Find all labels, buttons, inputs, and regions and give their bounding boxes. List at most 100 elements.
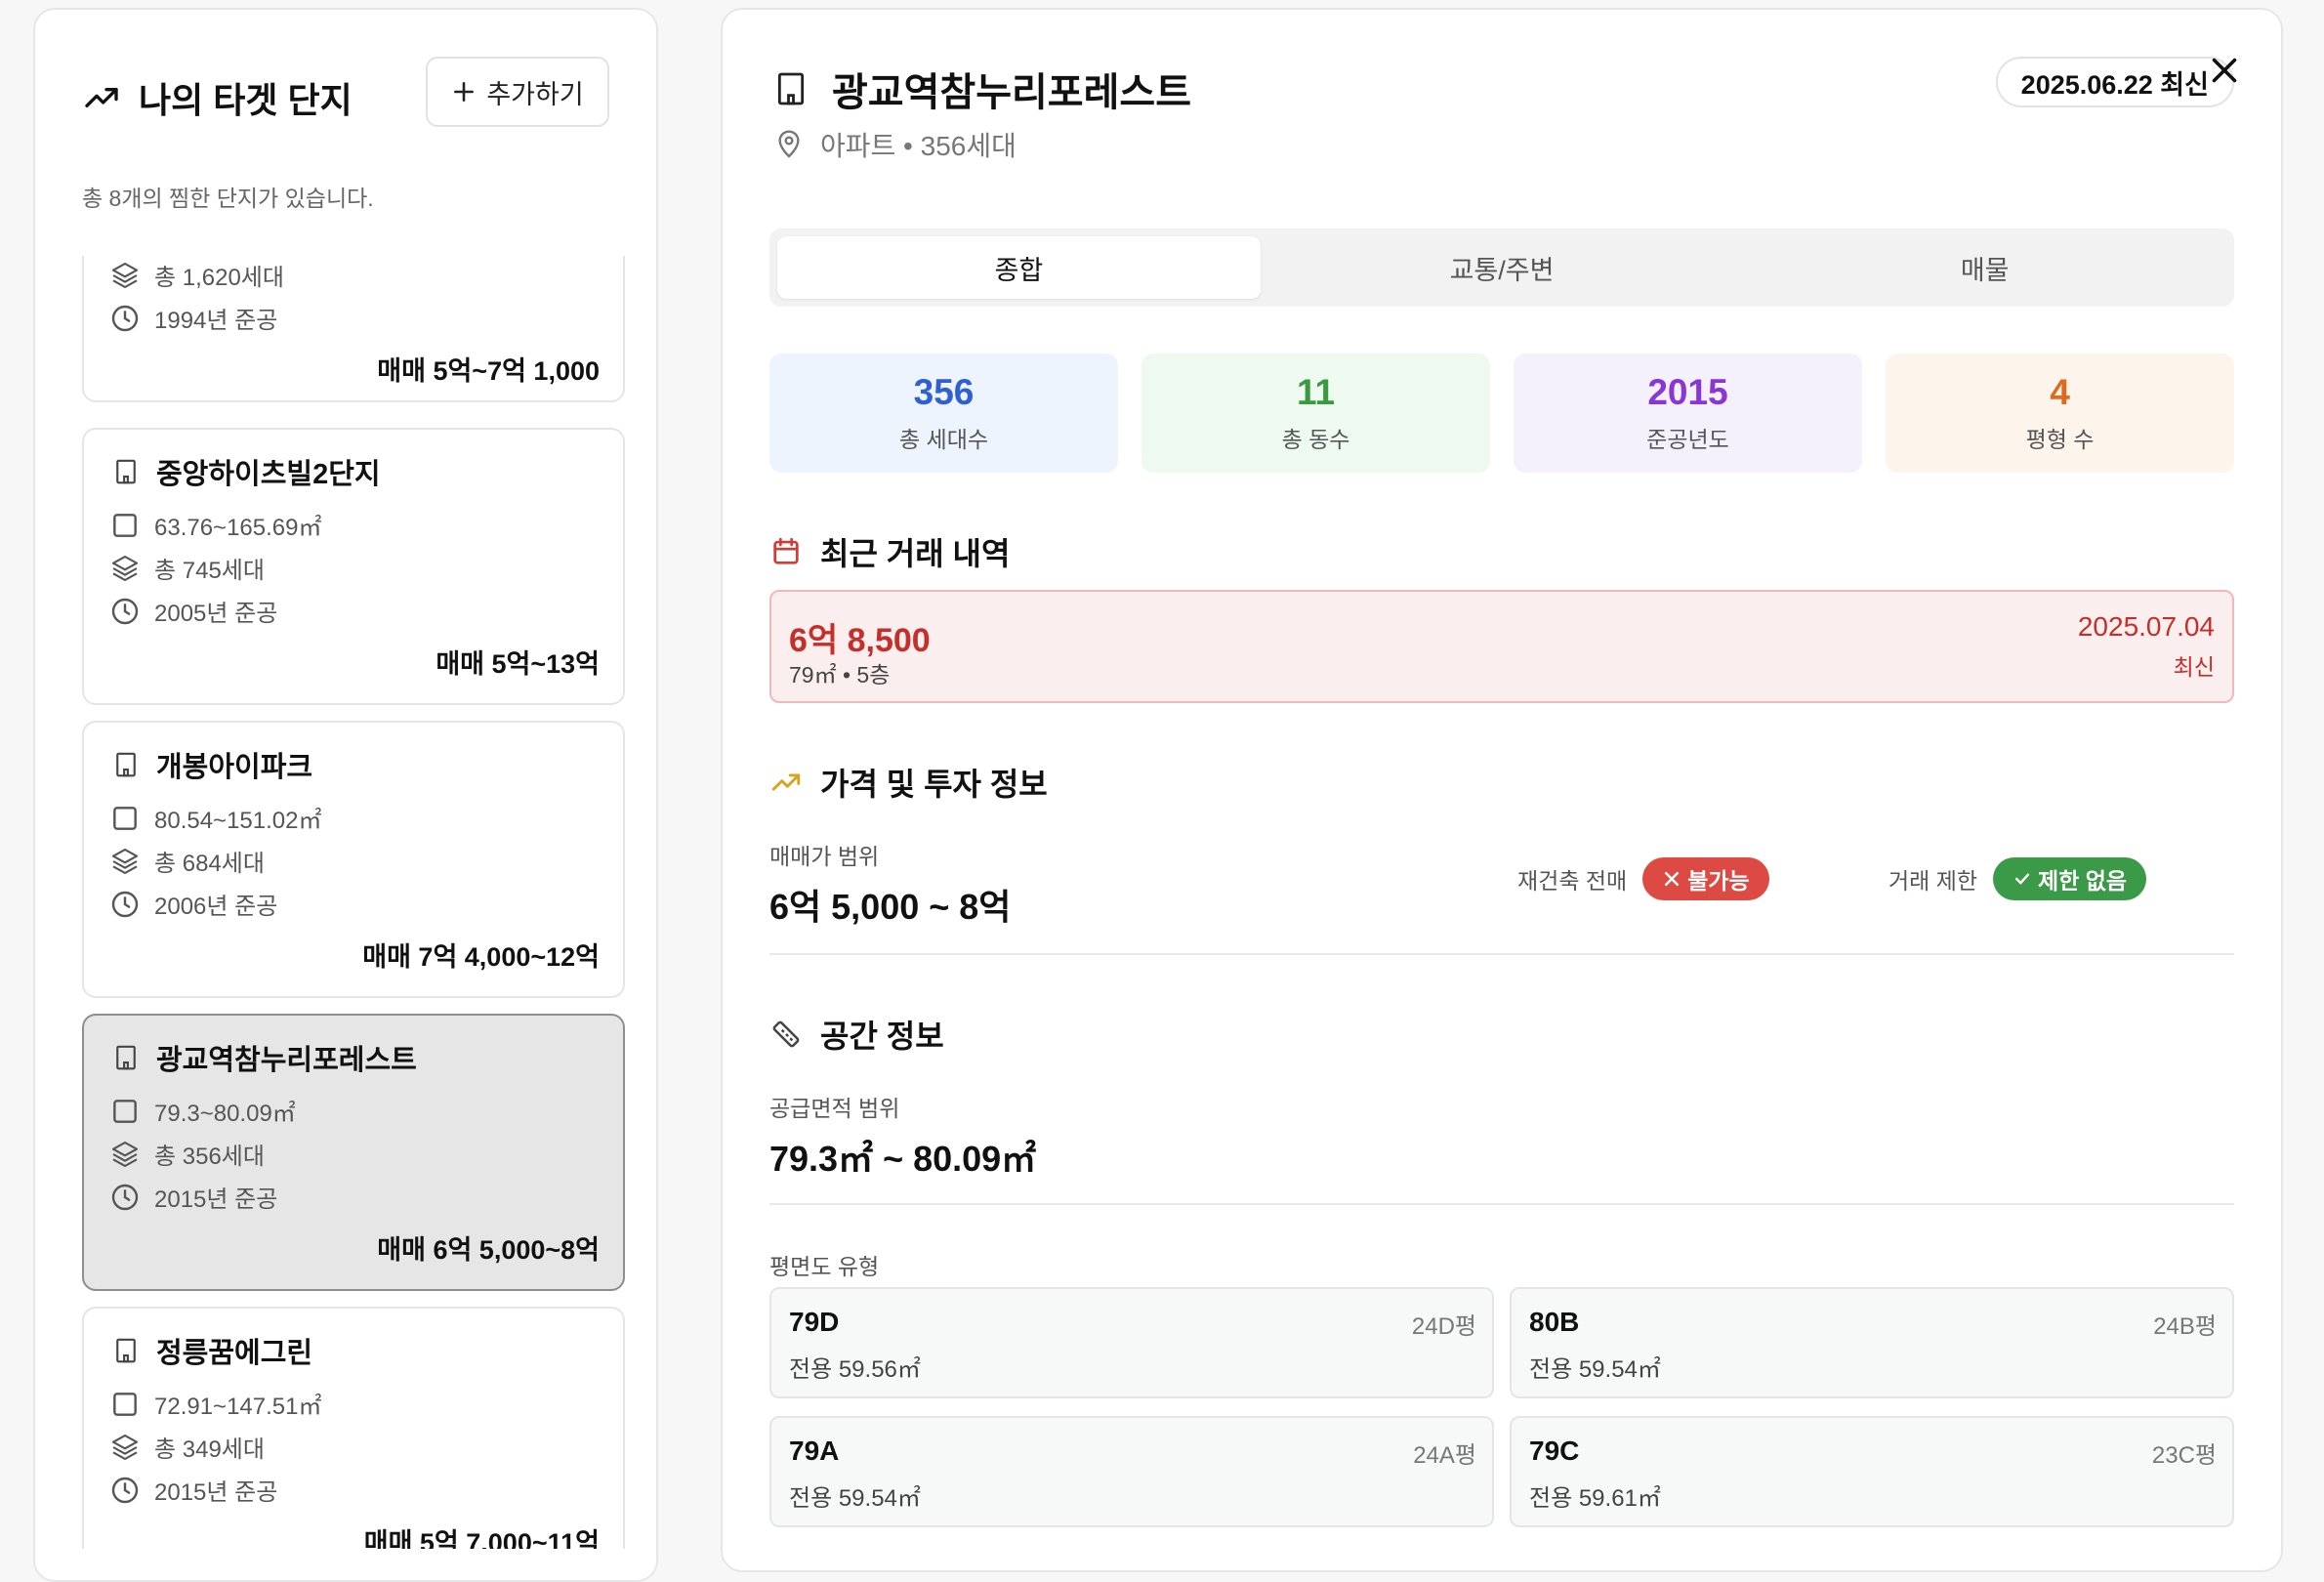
area-text: 63.76~165.69㎡ — [154, 515, 322, 541]
x-icon — [1665, 871, 1680, 887]
tab-transport[interactable]: 교통/주변 — [1261, 236, 1744, 299]
recent-transaction: 6억 8,500 79㎡ • 5층 2025.07.04 최신 — [769, 590, 2234, 703]
map-pin-icon — [778, 130, 800, 158]
price-range-value: 6억 5,000 ~ 8억 — [769, 887, 1012, 927]
clock-icon — [111, 1184, 139, 1210]
item-name: 광교역참누리포레스트 — [156, 1045, 417, 1076]
price-range-label: 매매가 범위 — [769, 844, 880, 869]
plan-type: 24D평 — [1411, 1313, 1476, 1340]
favorites-count: 총 8개의 찜한 단지가 있습니다. — [82, 186, 374, 211]
area-text: 72.91~147.51㎡ — [154, 1394, 322, 1420]
stat-cards: 356 총 세대수 11 총 동수 2015 준공년도 4 평형 수 — [769, 354, 2234, 473]
plan-area: 전용 59.54㎡ — [789, 1485, 921, 1512]
plan-name: 79C — [1529, 1436, 1580, 1466]
detail-title: 광교역참누리포레스트 — [832, 71, 1191, 114]
built-text: 2015년 준공 — [154, 1479, 278, 1506]
item-name-row: 광교역참누리포레스트 — [111, 1037, 417, 1078]
stat-households: 356 총 세대수 — [769, 354, 1118, 473]
trade-status-badge: 제한 없음 — [1993, 857, 2147, 900]
floor-plan-card[interactable]: 79A 24A평 전용 59.54㎡ — [769, 1416, 1494, 1527]
price-title-text: 가격 및 투자 정보 — [820, 767, 1048, 802]
built-text: 1994년 준공 — [154, 308, 278, 334]
building-icon — [116, 752, 136, 777]
square-icon — [113, 1099, 137, 1123]
item-name: 개봉아이파크 — [156, 752, 313, 783]
built-row: 1994년 준공 — [109, 301, 277, 335]
layers-icon — [111, 1434, 139, 1460]
complex-detail-panel: 광교역참누리포레스트 아파트 • 356세대 2025.06.22 최신 종합 … — [721, 8, 2283, 1572]
households-row: 총 356세대 — [109, 1137, 265, 1171]
plan-name: 79D — [789, 1307, 840, 1337]
built-row: 2015년 준공 — [109, 1180, 277, 1214]
price-range: 매매 5억~13억 — [436, 649, 600, 679]
building-icon — [116, 1338, 136, 1363]
floor-plan-card[interactable]: 79D 24D평 전용 59.56㎡ — [769, 1287, 1494, 1398]
rebuild-status-text: 불가능 — [1687, 868, 1750, 894]
item-name: 정릉꿈에그린 — [156, 1338, 313, 1369]
floor-plan-card[interactable]: 79C 23C평 전용 59.61㎡ — [1510, 1416, 2234, 1527]
area-row: 72.91~147.51㎡ — [109, 1387, 321, 1421]
recent-section-title: 최근 거래 내역 — [769, 529, 1010, 574]
list-title: 나의 타겟 단지 — [82, 72, 353, 123]
households-row: 총 684세대 — [109, 844, 265, 878]
floor-plan-card[interactable]: 80B 24B평 전용 59.54㎡ — [1510, 1287, 2234, 1398]
add-button-label: 추가하기 — [486, 79, 584, 109]
tab-overview[interactable]: 종합 — [777, 236, 1261, 299]
layers-icon — [111, 1141, 139, 1167]
tab-listings[interactable]: 매물 — [1743, 236, 2226, 299]
recent-title-text: 최근 거래 내역 — [820, 536, 1011, 571]
households-row: 총 1,620세대 — [109, 258, 284, 292]
check-icon — [2014, 873, 2030, 885]
plan-type: 24A평 — [1413, 1442, 1476, 1469]
close-icon[interactable] — [2207, 53, 2242, 88]
item-name: 중앙하이츠빌2단지 — [156, 459, 381, 490]
stat-buildings: 11 총 동수 — [1141, 354, 1490, 473]
stat-label: 총 세대수 — [898, 427, 989, 452]
trade-label: 거래 제한 — [1888, 868, 1978, 894]
clock-icon — [111, 891, 139, 917]
stat-value: 4 — [2050, 372, 2070, 412]
add-button[interactable]: 추가하기 — [426, 57, 609, 127]
households-text: 총 1,620세대 — [154, 265, 284, 291]
calendar-icon — [773, 537, 799, 564]
households-text: 총 356세대 — [154, 1144, 265, 1170]
building-icon — [116, 1045, 136, 1070]
trade-restriction-info: 거래 제한 제한 없음 — [1888, 857, 2147, 900]
built-text: 2005년 준공 — [154, 601, 278, 627]
section-divider — [769, 953, 2234, 955]
stat-value: 2015 — [1647, 372, 1728, 412]
list-item[interactable]: 중앙하이츠빌2단지 63.76~165.69㎡ 총 745세대 2005년 준공… — [82, 428, 625, 705]
area-row: 80.54~151.02㎡ — [109, 801, 321, 835]
layers-icon — [111, 848, 139, 874]
layers-icon — [111, 262, 139, 288]
clock-icon — [111, 305, 139, 331]
space-section-title: 공간 정보 — [769, 1012, 944, 1057]
list-item-selected[interactable]: 광교역참누리포레스트 79.3~80.09㎡ 총 356세대 2015년 준공 … — [82, 1014, 625, 1291]
trending-up-icon — [85, 88, 118, 108]
item-name-row: 개봉아이파크 — [111, 744, 312, 785]
detail-subtitle-row: 아파트 • 356세대 — [773, 125, 1017, 164]
plan-area: 전용 59.56㎡ — [789, 1356, 921, 1383]
plus-icon — [454, 82, 475, 102]
list-item[interactable]: 개봉아이파크 80.54~151.02㎡ 총 684세대 2006년 준공 매매… — [82, 721, 625, 998]
built-text: 2006년 준공 — [154, 894, 278, 920]
trending-up-icon — [771, 773, 801, 791]
complex-list[interactable]: 총 1,620세대 1994년 준공 매매 5억~7억 1,000 중앙하이츠빌… — [82, 256, 625, 1549]
list-item[interactable]: 총 1,620세대 1994년 준공 매매 5억~7억 1,000 — [82, 256, 625, 402]
households-text: 총 349세대 — [154, 1436, 265, 1463]
building-icon — [116, 459, 136, 484]
target-list-panel: 나의 타겟 단지 추가하기 총 8개의 찜한 단지가 있습니다. 총 1,620… — [33, 8, 658, 1582]
stat-value: 11 — [1296, 372, 1336, 412]
trade-status-text: 제한 없음 — [2038, 868, 2128, 894]
plan-area: 전용 59.61㎡ — [1529, 1485, 1661, 1512]
built-row: 2015년 준공 — [109, 1473, 277, 1507]
stat-value: 356 — [913, 372, 975, 412]
list-item[interactable]: 정릉꿈에그린 72.91~147.51㎡ 총 349세대 2015년 준공 매매… — [82, 1307, 625, 1549]
area-text: 79.3~80.09㎡ — [154, 1101, 296, 1127]
households-text: 총 684세대 — [154, 851, 265, 877]
stat-built-year: 2015 준공년도 — [1514, 354, 1862, 473]
recent-date: 2025.07.04 — [2077, 611, 2215, 642]
area-row: 79.3~80.09㎡ — [109, 1094, 296, 1128]
detail-tabs: 종합 교통/주변 매물 — [769, 229, 2234, 307]
section-divider — [769, 1203, 2234, 1205]
